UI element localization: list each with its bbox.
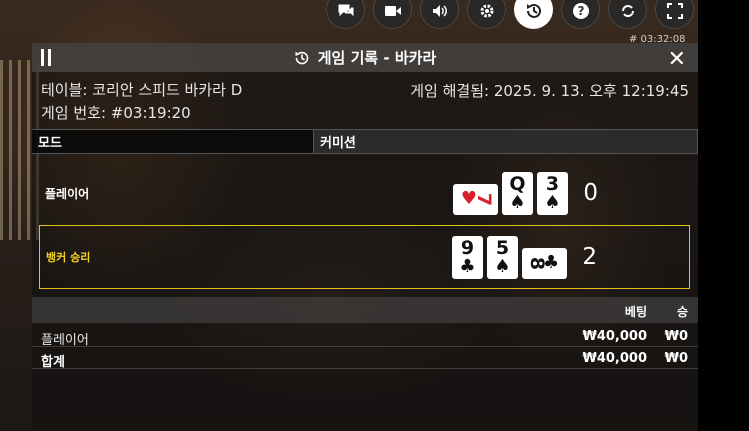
volume-icon[interactable] xyxy=(420,0,459,29)
table-name: 테이블: 코리안 스피드 바카라 D xyxy=(41,81,243,99)
top-toolbar: ? xyxy=(326,0,694,29)
close-icon[interactable]: ✕ xyxy=(668,47,686,72)
chat-icon[interactable] xyxy=(326,0,365,29)
win-column-header: 승 xyxy=(676,305,688,319)
history-icon[interactable] xyxy=(514,0,553,29)
bet-label: 플레이어 xyxy=(41,333,89,348)
side-margin xyxy=(698,0,749,431)
panel-title: 게임 기록 - 바카라 xyxy=(317,49,437,67)
playing-card: ♥ 7 xyxy=(453,183,498,215)
mode-label: 모드 xyxy=(32,129,313,154)
playing-card: 8 ♣ xyxy=(522,247,567,279)
switch-icon[interactable] xyxy=(608,0,647,29)
player-cards: ♥ 7 Q ♠ 3 ♠ xyxy=(453,171,568,215)
playing-card: 5 ♠ xyxy=(487,235,518,279)
table-row: 플레이어 ₩40,000 ₩0 xyxy=(32,327,698,348)
mode-bar: 모드 커미션 xyxy=(32,129,698,154)
playing-card: Q ♠ xyxy=(502,171,533,215)
total-amount: ₩40,000 xyxy=(582,351,647,366)
total-label: 합계 xyxy=(41,355,65,370)
win-amount: ₩0 xyxy=(664,329,688,344)
resolved-time: 게임 해결됨: 2025. 9. 13. 오후 12:19:45 xyxy=(410,82,689,100)
help-icon[interactable]: ? xyxy=(561,0,600,29)
banker-cards: 9 ♣ 5 ♠ 8 ♣ xyxy=(452,235,567,279)
video-icon[interactable] xyxy=(373,0,412,29)
svg-text:?: ? xyxy=(577,4,584,18)
fullscreen-icon[interactable] xyxy=(655,0,694,29)
pause-icon[interactable] xyxy=(41,49,53,66)
player-hand-row: 플레이어 ♥ 7 Q ♠ 3 ♠ 0 xyxy=(39,161,690,225)
commission-label: 커미션 xyxy=(313,129,698,154)
player-score: 0 xyxy=(583,180,598,206)
panel-header: 게임 기록 - 바카라 ✕ xyxy=(32,43,698,72)
bet-column-header: 베팅 xyxy=(624,305,647,319)
total-row: 합계 ₩40,000 ₩0 xyxy=(32,349,698,370)
bet-amount: ₩40,000 xyxy=(582,329,647,344)
history-title-icon xyxy=(295,51,309,64)
game-number: 게임 번호: #03:19:20 xyxy=(41,104,191,122)
game-history-panel: 게임 기록 - 바카라 ✕ 테이블: 코리안 스피드 바카라 D 게임 해결됨:… xyxy=(32,43,698,431)
player-label: 플레이어 xyxy=(45,186,90,201)
settings-icon[interactable] xyxy=(467,0,506,29)
bets-header: 베팅 승 xyxy=(32,297,698,323)
banker-score: 2 xyxy=(582,244,597,270)
banker-hand-row: 뱅커 승리 9 ♣ 5 ♠ 8 ♣ 2 xyxy=(39,225,690,289)
total-win: ₩0 xyxy=(664,351,688,366)
playing-card: 9 ♣ xyxy=(452,235,483,279)
banker-label: 뱅커 승리 xyxy=(46,251,91,264)
playing-card: 3 ♠ xyxy=(537,171,568,215)
